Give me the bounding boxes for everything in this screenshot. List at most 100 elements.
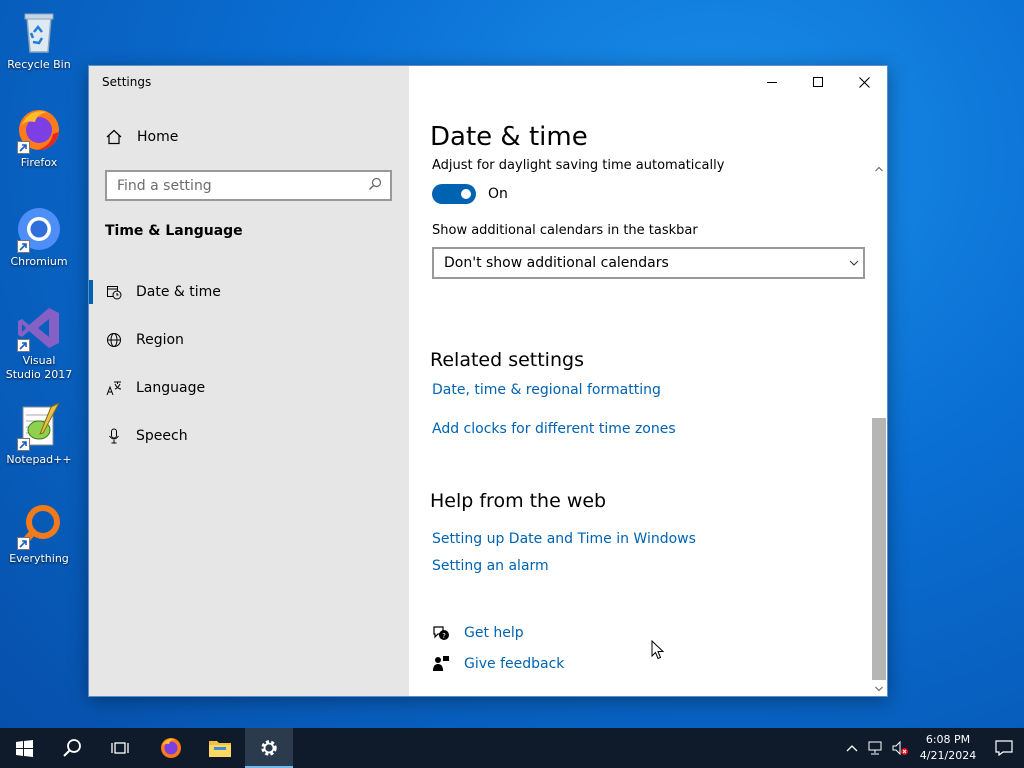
settings-content: Date & time Adjust for daylight saving t… — [409, 66, 887, 696]
show-hidden-icons-button[interactable] — [840, 728, 864, 768]
close-icon — [858, 76, 870, 88]
desktop-icon-chromium[interactable]: Chromium — [0, 205, 78, 269]
sidebar-item-label: Language — [136, 380, 206, 396]
calendars-label: Show additional calendars in the taskbar — [432, 223, 698, 238]
start-button[interactable] — [0, 728, 48, 768]
windows-logo-icon — [15, 739, 33, 757]
sidebar-item-label: Speech — [136, 428, 188, 444]
network-icon — [868, 741, 882, 755]
desktop-icon-label: Firefox — [20, 156, 58, 169]
chromium-icon — [15, 205, 63, 253]
desktop-icon-firefox[interactable]: Firefox — [0, 106, 78, 170]
get-help-link[interactable]: ? Get help — [432, 624, 524, 642]
action-center-button[interactable] — [984, 728, 1024, 768]
desktop-icon-label: Notepad++ — [6, 453, 72, 466]
firefox-icon — [161, 738, 181, 758]
window-controls — [749, 66, 887, 98]
dropdown-selected-value: Don't show additional calendars — [444, 255, 669, 271]
dst-label: Adjust for daylight saving time automati… — [432, 158, 725, 173]
sidebar-item-region[interactable]: Region — [89, 316, 409, 364]
taskbar-clock[interactable]: 6:08 PM 4/21/2024 — [912, 732, 984, 764]
desktop-icon-everything[interactable]: Everything — [0, 502, 78, 566]
minimize-icon — [767, 82, 777, 83]
system-tray: 6:08 PM 4/21/2024 — [840, 728, 1024, 768]
microphone-icon — [105, 427, 123, 445]
desktop-icon-recycle-bin[interactable]: Recycle Bin — [0, 8, 78, 72]
taskbar-settings-button[interactable] — [245, 728, 293, 768]
feedback-icon — [432, 655, 450, 673]
sidebar-item-speech[interactable]: Speech — [89, 412, 409, 460]
clock-date: 4/21/2024 — [919, 749, 977, 762]
sidebar-item-label: Date & time — [136, 284, 221, 300]
content-scrollbar[interactable] — [871, 162, 887, 696]
volume-muted-icon — [892, 740, 908, 756]
svg-text:?: ? — [442, 632, 446, 640]
help-from-web-heading: Help from the web — [430, 490, 607, 512]
shortcut-arrow-icon — [17, 240, 30, 253]
visual-studio-icon — [15, 304, 63, 352]
toggle-knob — [461, 189, 471, 199]
sidebar-item-label: Region — [136, 332, 184, 348]
calendars-dropdown[interactable]: Don't show additional calendars — [432, 247, 865, 279]
globe-icon — [105, 331, 123, 349]
get-help-label: Get help — [464, 625, 524, 641]
toggle-state-label: On — [488, 186, 508, 202]
sidebar-item-date-time[interactable]: Date & time — [89, 268, 409, 316]
gear-icon — [261, 740, 277, 756]
link-regional-formatting[interactable]: Date, time & regional formatting — [432, 382, 661, 398]
chevron-up-icon — [875, 166, 883, 172]
taskbar-search-button[interactable] — [48, 728, 96, 768]
home-label: Home — [137, 129, 179, 145]
desktop-icon-label: Recycle Bin — [7, 58, 71, 71]
link-add-clocks[interactable]: Add clocks for different time zones — [432, 421, 676, 437]
language-icon — [105, 379, 123, 397]
firefox-icon — [15, 106, 63, 154]
dst-toggle[interactable] — [432, 184, 476, 204]
minimize-button[interactable] — [749, 66, 795, 98]
recycle-bin-icon — [15, 8, 63, 56]
home-nav-item[interactable]: Home — [105, 128, 178, 146]
search-icon[interactable] — [368, 177, 382, 195]
folder-icon — [209, 741, 231, 757]
chevron-down-icon — [875, 686, 883, 692]
shortcut-arrow-icon — [17, 141, 30, 154]
close-button[interactable] — [841, 66, 887, 98]
search-input[interactable] — [117, 177, 368, 194]
clock-time: 6:08 PM — [925, 733, 971, 746]
settings-window: Settings Home Time & Language Date & tim… — [88, 65, 888, 697]
volume-tray-button[interactable] — [888, 728, 912, 768]
link-setting-up-date-time[interactable]: Setting up Date and Time in Windows — [432, 531, 696, 547]
dst-toggle-row: On — [432, 184, 508, 204]
network-tray-button[interactable] — [864, 728, 888, 768]
settings-sidebar: Settings Home Time & Language Date & tim… — [89, 66, 409, 696]
find-setting-search[interactable] — [105, 170, 392, 201]
maximize-button[interactable] — [795, 66, 841, 98]
taskbar: 6:08 PM 4/21/2024 — [0, 728, 1024, 768]
scroll-down-button[interactable] — [871, 682, 887, 696]
everything-search-icon — [15, 502, 63, 550]
desktop-icon-label: Everything — [9, 552, 69, 565]
window-title: Settings — [102, 75, 152, 89]
task-view-button[interactable] — [96, 728, 144, 768]
mouse-cursor-icon — [651, 639, 665, 664]
link-setting-alarm[interactable]: Setting an alarm — [432, 558, 549, 574]
home-icon — [105, 128, 123, 146]
scroll-up-button[interactable] — [871, 162, 887, 176]
taskbar-file-explorer-button[interactable] — [196, 728, 244, 768]
search-icon — [63, 739, 81, 757]
give-feedback-link[interactable]: Give feedback — [432, 655, 564, 673]
sidebar-nav-list: Date & time Region Language Speech — [89, 268, 409, 460]
sidebar-item-language[interactable]: Language — [89, 364, 409, 412]
desktop-icon-label: Chromium — [10, 255, 68, 268]
desktop-icon-label: Visual Studio 2017 — [5, 354, 73, 381]
related-settings-heading: Related settings — [430, 349, 584, 371]
scroll-thumb[interactable] — [872, 418, 886, 680]
notification-icon — [995, 740, 1013, 756]
desktop-icon-notepad-plus-plus[interactable]: Notepad++ — [0, 401, 78, 467]
task-view-icon — [111, 742, 129, 754]
chevron-up-icon — [846, 745, 858, 752]
page-title: Date & time — [430, 122, 588, 152]
shortcut-arrow-icon — [17, 339, 30, 352]
taskbar-firefox-button[interactable] — [147, 728, 195, 768]
desktop-icon-visual-studio[interactable]: Visual Studio 2017 — [0, 304, 78, 382]
